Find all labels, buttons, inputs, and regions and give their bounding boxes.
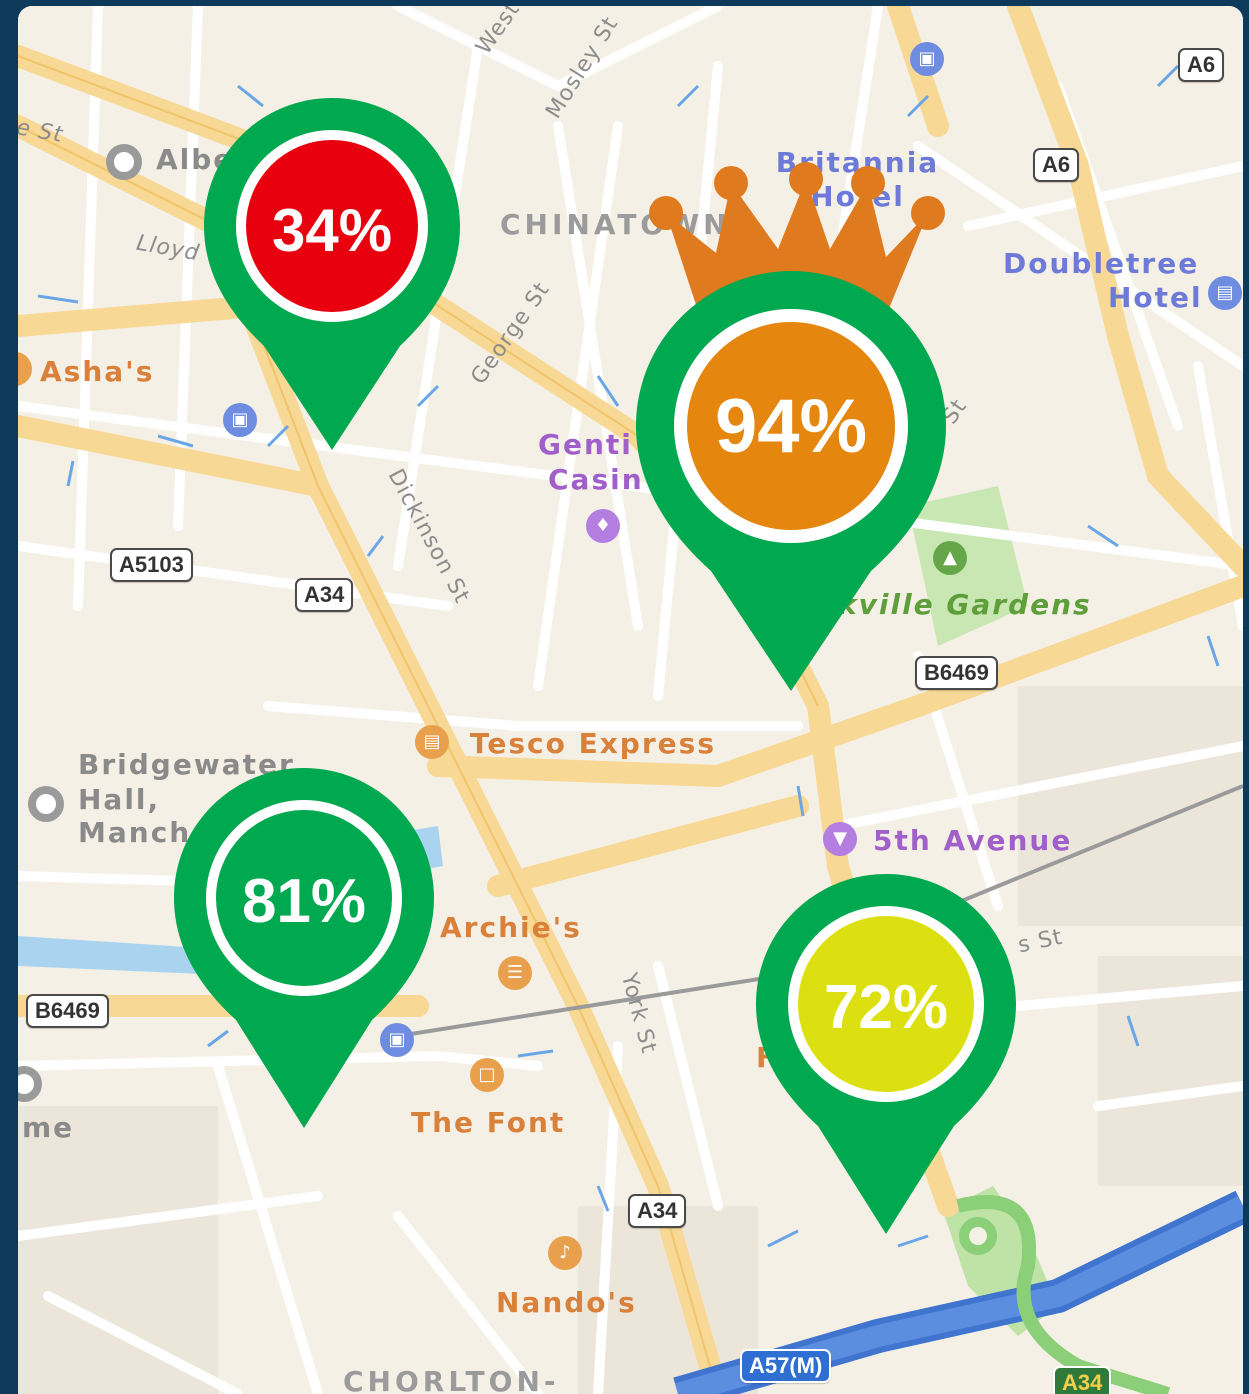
- poi-label-the-font[interactable]: The Font: [411, 1109, 565, 1137]
- landmark-dot-icon[interactable]: [106, 144, 142, 180]
- marker-percent-label: 72%: [823, 973, 949, 1042]
- poi-label-doubletree-1[interactable]: Doubletree: [1003, 250, 1199, 278]
- marker-percent-label: 34%: [271, 197, 393, 264]
- fast-food-icon[interactable]: ☰: [498, 956, 532, 990]
- marker-pin-shape: [204, 98, 460, 450]
- cocktail-bar-icon[interactable]: ▼: [823, 822, 857, 856]
- hotel-icon[interactable]: ▤: [1208, 276, 1242, 310]
- map-marker-34[interactable]: 34%: [204, 98, 460, 450]
- map-marker-94[interactable]: 94%: [636, 161, 946, 691]
- marker-percent-label: 94%: [714, 384, 868, 469]
- poi-label-doubletree-2[interactable]: Hotel: [1108, 284, 1203, 312]
- road-shield-a34-lower: A34: [628, 1194, 687, 1228]
- road-shield-a57m: A57(M): [740, 1349, 832, 1383]
- road-shield-a5103: A5103: [110, 548, 193, 582]
- restaurant-icon-nandos[interactable]: ♪: [548, 1236, 582, 1270]
- poi-label-me[interactable]: me: [22, 1114, 74, 1142]
- shopping-basket-icon[interactable]: ▤: [415, 725, 449, 759]
- district-label-chorlton: CHORLTON-: [343, 1365, 560, 1394]
- road-shield-a34-bottom: A34: [1053, 1366, 1112, 1394]
- map-marker-72[interactable]: 72%: [756, 874, 1016, 1234]
- poi-label-genting-1[interactable]: Genti: [538, 431, 633, 459]
- road-shield-a34-upper: A34: [295, 578, 354, 612]
- poi-label-tesco-express[interactable]: Tesco Express: [470, 730, 716, 758]
- marker-percent-label: 81%: [241, 867, 367, 936]
- map-marker-81[interactable]: 81%: [174, 768, 434, 1128]
- poi-label-bridgewater-2[interactable]: Hall,: [78, 786, 160, 814]
- map-view[interactable]: West Mosley Mosley St George St Dickinso…: [18, 6, 1243, 1394]
- road-shield-a6: A6: [1033, 148, 1080, 182]
- road-shield-b6469-left: B6469: [26, 994, 109, 1028]
- casino-icon[interactable]: ♦: [586, 509, 620, 543]
- pub-icon[interactable]: □: [470, 1058, 504, 1092]
- landmark-dot-icon-bridgewater[interactable]: [28, 786, 64, 822]
- marker-pin-shape: [756, 874, 1016, 1234]
- poi-label-ashas[interactable]: Asha's: [40, 358, 154, 386]
- poi-label-archies[interactable]: Archie's: [440, 914, 582, 942]
- poi-label-nandos[interactable]: Nando's: [496, 1289, 637, 1317]
- marker-pin-shape: [174, 768, 434, 1128]
- poi-label-genting-2[interactable]: Casin: [548, 466, 644, 494]
- road-shield-a6-top: A6: [1178, 48, 1225, 82]
- poi-label-5th-avenue[interactable]: 5th Avenue: [873, 827, 1072, 855]
- tram-icon[interactable]: ▣: [910, 42, 944, 76]
